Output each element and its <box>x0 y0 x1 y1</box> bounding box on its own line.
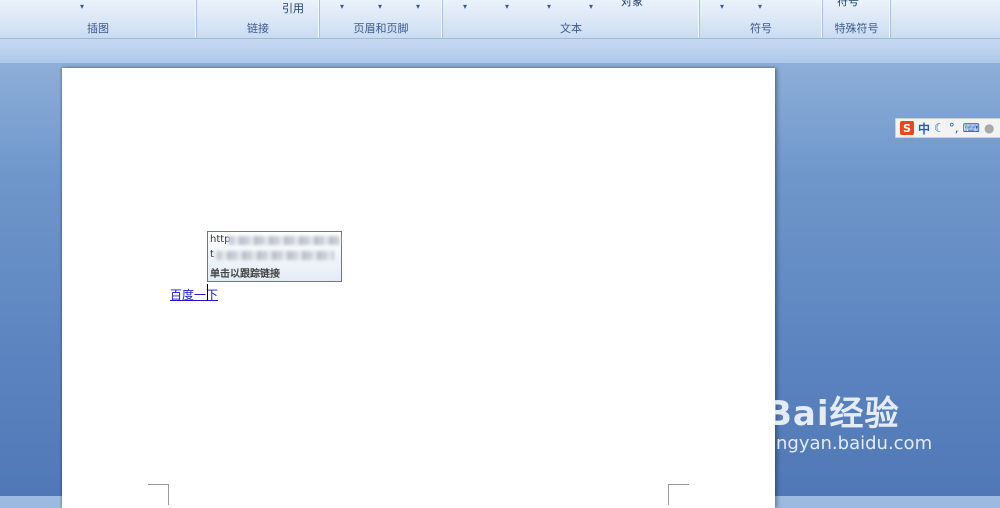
baidu-watermark: Bai经验 jingyan.baidu.com <box>766 386 932 454</box>
ribbon: ▾ 插图 引用 链接 ▾ ▾ ▾ 页眉和页脚 ▾ ▾ ▾ ▾ 对象 文本 ▾ ▾… <box>0 0 1000 39</box>
tooltip-url-line-2: t <box>210 249 214 260</box>
object-button[interactable]: 对象 <box>621 0 643 9</box>
watermark-brand: Bai经验 <box>766 394 900 434</box>
text-cursor <box>207 284 208 301</box>
ime-mode-toggle[interactable]: 中 <box>918 120 930 137</box>
ribbon-group-special-symbols: 符号 特殊符号 <box>823 0 891 38</box>
ribbon-group-label: 插图 <box>87 22 109 35</box>
footer-dropdown-arrow-icon[interactable]: ▾ <box>378 2 382 11</box>
moon-icon[interactable]: ☾ <box>934 121 945 135</box>
hyperlink-baidu[interactable]: 百度一下 <box>170 286 218 303</box>
equation-dropdown-arrow-icon[interactable]: ▾ <box>720 2 724 11</box>
ribbon-group-links: 引用 链接 <box>197 0 320 38</box>
keyboard-icon[interactable]: ⌨ <box>963 121 980 135</box>
dropdown-arrow-icon[interactable]: ▾ <box>80 2 84 11</box>
header-dropdown-arrow-icon[interactable]: ▾ <box>340 2 344 11</box>
ribbon-group-label: 特殊符号 <box>834 22 879 35</box>
watermark-url: jingyan.baidu.com <box>766 433 933 454</box>
redacted-url-blur <box>216 251 334 260</box>
ruler-band <box>0 39 1000 64</box>
symbol-dropdown-arrow-icon[interactable]: ▾ <box>758 2 762 11</box>
ime-toolbar[interactable]: S 中 ☾ °, ⌨ ● <box>895 118 1000 138</box>
ribbon-group-label: 链接 <box>247 22 269 35</box>
ribbon-group-label: 页眉和页脚 <box>353 22 409 35</box>
special-symbol-button[interactable]: 符号 <box>837 0 859 9</box>
redacted-url-blur <box>228 236 340 245</box>
page-number-dropdown-arrow-icon[interactable]: ▾ <box>416 2 420 11</box>
ribbon-group-text: ▾ ▾ ▾ ▾ 对象 文本 <box>443 0 700 38</box>
margin-corner-mark-left <box>148 484 169 505</box>
ribbon-group-label: 符号 <box>750 22 772 35</box>
ribbon-group-illustrations: ▾ 插图 <box>0 0 197 38</box>
ribbon-group-label: 文本 <box>560 22 582 35</box>
wordart-dropdown-arrow-icon[interactable]: ▾ <box>547 2 551 11</box>
punctuation-icon[interactable]: °, <box>949 121 959 135</box>
tooltip-hint: 单击以跟踪链接 <box>210 269 280 280</box>
margin-corner-mark-right <box>668 484 689 505</box>
document-page[interactable]: http t 单击以跟踪链接 百度一下 <box>62 68 775 508</box>
cross-reference-button[interactable]: 引用 <box>282 0 304 16</box>
quickparts-dropdown-arrow-icon[interactable]: ▾ <box>505 2 509 11</box>
ribbon-group-symbols: ▾ ▾ 符号 <box>700 0 823 38</box>
hyperlink-tooltip: http t 单击以跟踪链接 <box>207 231 342 282</box>
textbox-dropdown-arrow-icon[interactable]: ▾ <box>463 2 467 11</box>
ribbon-group-header-footer: ▾ ▾ ▾ 页眉和页脚 <box>320 0 443 38</box>
dropcap-dropdown-arrow-icon[interactable]: ▾ <box>589 2 593 11</box>
user-icon[interactable]: ● <box>984 121 994 135</box>
sogou-logo-icon[interactable]: S <box>900 121 914 135</box>
